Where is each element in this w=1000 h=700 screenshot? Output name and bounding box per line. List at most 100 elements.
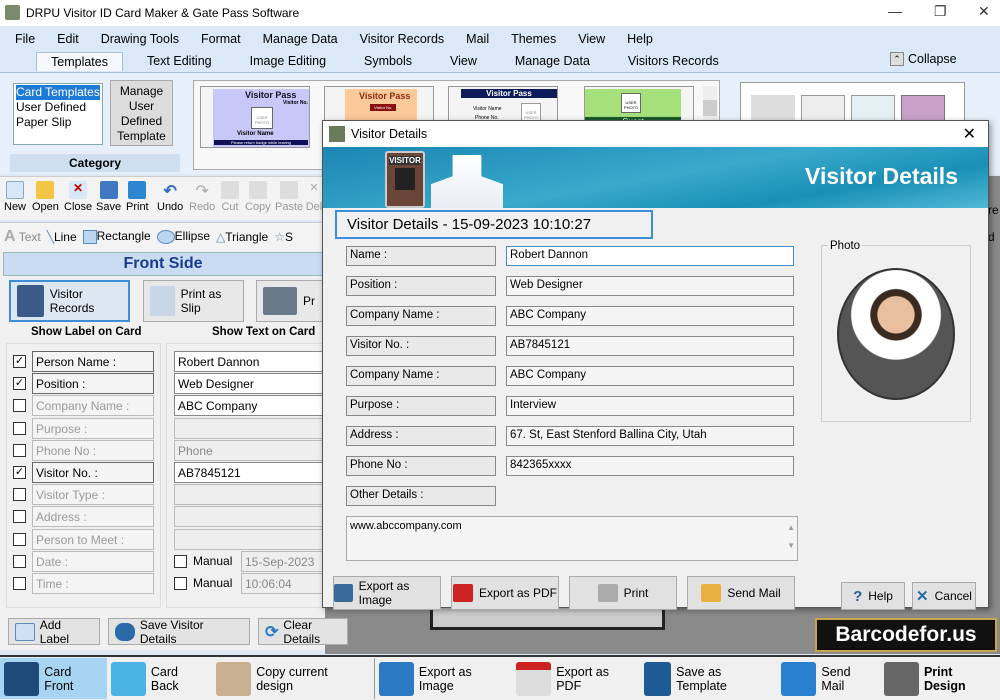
tab-view[interactable]: View bbox=[436, 52, 491, 70]
text-tool[interactable]: A Text bbox=[4, 228, 41, 246]
detail-value[interactable]: 842365xxxx bbox=[506, 456, 794, 476]
textarea-scrollbar[interactable]: ▲ ▼ bbox=[787, 519, 795, 555]
show-label-checkbox[interactable]: ✓ bbox=[13, 377, 26, 391]
export-as-pdf-button[interactable]: Export as PDF bbox=[451, 576, 559, 610]
tab-text-editing[interactable]: Text Editing bbox=[133, 52, 226, 70]
menu-drawing-tools[interactable]: Drawing Tools bbox=[101, 32, 179, 46]
field-text-input[interactable] bbox=[174, 417, 324, 439]
template-thumb-1[interactable]: Visitor Pass Visitor No. USER PHOTO Visi… bbox=[200, 86, 310, 148]
print-button[interactable]: Print bbox=[126, 177, 149, 213]
card-front-button[interactable]: Card Front bbox=[0, 658, 107, 699]
print-as-slip-button[interactable]: Print as Slip bbox=[143, 280, 244, 322]
menu-edit[interactable]: Edit bbox=[57, 32, 79, 46]
field-text-input[interactable]: Phone bbox=[174, 439, 324, 461]
manage-user-defined-template-button[interactable]: Manage User Defined Template bbox=[110, 80, 173, 146]
show-label-checkbox[interactable] bbox=[13, 399, 26, 413]
menu-view[interactable]: View bbox=[578, 32, 605, 46]
print-button-left[interactable]: Pr bbox=[256, 280, 326, 322]
save-visitor-details-button[interactable]: Save Visitor Details bbox=[108, 618, 250, 646]
print-button[interactable]: Print bbox=[569, 576, 677, 610]
field-text-input[interactable] bbox=[174, 506, 324, 528]
detail-value[interactable]: Web Designer bbox=[506, 276, 794, 296]
detail-value[interactable]: AB7845121 bbox=[506, 336, 794, 356]
export-as-pdf-button[interactable]: Export as PDF bbox=[512, 658, 640, 699]
tab-visitors-records[interactable]: Visitors Records bbox=[614, 52, 733, 70]
new-button[interactable]: New bbox=[4, 177, 26, 213]
close-file-button[interactable]: ✕ Close bbox=[64, 177, 92, 213]
menu-file[interactable]: File bbox=[15, 32, 35, 46]
undo-button[interactable]: ↶ Undo bbox=[157, 177, 183, 213]
field-text-input[interactable] bbox=[174, 528, 324, 550]
star-tool[interactable]: ☆S bbox=[274, 230, 293, 244]
template-title: Visitor Pass bbox=[245, 90, 297, 100]
menu-help[interactable]: Help bbox=[627, 32, 653, 46]
field-text-input[interactable] bbox=[174, 484, 324, 506]
show-label-checkbox[interactable]: ✓ bbox=[13, 355, 26, 368]
menu-themes[interactable]: Themes bbox=[511, 32, 556, 46]
show-label-checkbox[interactable] bbox=[13, 510, 26, 524]
show-label-checkbox[interactable] bbox=[13, 577, 26, 590]
show-label-checkbox[interactable] bbox=[13, 532, 26, 546]
open-button[interactable]: Open bbox=[32, 177, 59, 213]
delete-button[interactable]: ✕ Del bbox=[305, 177, 323, 213]
dialog-close-button[interactable]: ✕ bbox=[963, 124, 976, 144]
help-button[interactable]: ? Help bbox=[841, 582, 905, 610]
tab-manage-data[interactable]: Manage Data bbox=[501, 52, 604, 70]
menu-visitor-records[interactable]: Visitor Records bbox=[360, 32, 445, 46]
detail-value[interactable]: ABC Company bbox=[506, 366, 794, 386]
show-label-checkbox[interactable] bbox=[13, 554, 26, 568]
line-tool[interactable]: ╲Line bbox=[47, 230, 77, 244]
manual-checkbox[interactable] bbox=[174, 554, 187, 568]
menu-format[interactable]: Format bbox=[201, 32, 241, 46]
manual-checkbox[interactable] bbox=[174, 577, 187, 590]
field-text-input[interactable]: Robert Dannon bbox=[174, 351, 324, 372]
tab-symbols[interactable]: Symbols bbox=[350, 52, 426, 70]
menu-manage-data[interactable]: Manage Data bbox=[263, 32, 338, 46]
cancel-button[interactable]: ✕ Cancel bbox=[912, 582, 976, 610]
field-text-input[interactable]: ABC Company bbox=[174, 395, 324, 417]
copy-current-design-button[interactable]: Copy current design bbox=[212, 658, 375, 699]
field-text-input[interactable]: AB7845121 bbox=[174, 462, 324, 483]
export-as-image-button[interactable]: Export as Image bbox=[375, 658, 512, 699]
tab-image-editing[interactable]: Image Editing bbox=[236, 52, 340, 70]
minimize-button[interactable]: — bbox=[888, 3, 902, 19]
field-text-input[interactable]: Web Designer bbox=[174, 373, 324, 395]
rectangle-tool[interactable]: Rectangle bbox=[82, 229, 151, 244]
menu-mail[interactable]: Mail bbox=[466, 32, 489, 46]
category-user-defined[interactable]: User Defined bbox=[16, 100, 100, 115]
add-label-button[interactable]: Add Label bbox=[8, 618, 100, 646]
copy-button[interactable]: Copy bbox=[245, 177, 271, 213]
triangle-tool[interactable]: △Triangle bbox=[216, 230, 268, 244]
maximize-button[interactable]: ❐ bbox=[934, 3, 947, 20]
category-card-templates[interactable]: Card Templates bbox=[16, 85, 100, 100]
cut-button[interactable]: Cut bbox=[221, 177, 239, 213]
export-as-image-button[interactable]: Export as Image bbox=[333, 576, 441, 610]
ellipse-tool[interactable]: Ellipse bbox=[156, 229, 210, 244]
field-text-input[interactable]: 15-Sep-2023 bbox=[241, 550, 325, 572]
tab-templates[interactable]: Templates bbox=[36, 51, 123, 71]
show-label-checkbox[interactable] bbox=[13, 488, 26, 502]
category-list[interactable]: Card Templates User Defined Paper Slip bbox=[13, 83, 103, 145]
detail-value[interactable]: Robert Dannon bbox=[506, 246, 794, 266]
detail-value[interactable]: Interview bbox=[506, 396, 794, 416]
category-paper-slip[interactable]: Paper Slip bbox=[16, 115, 100, 130]
detail-value[interactable]: ABC Company bbox=[506, 306, 794, 326]
redo-button[interactable]: ↷ Redo bbox=[189, 177, 215, 213]
other-details-textarea[interactable]: www.abccompany.com ▲ ▼ bbox=[346, 516, 798, 561]
detail-value[interactable]: 67. St, East Stenford Ballina City, Utah bbox=[506, 426, 794, 446]
send-mail-button[interactable]: Send Mail bbox=[687, 576, 795, 610]
paste-button[interactable]: Paste bbox=[275, 177, 303, 213]
print-design-button[interactable]: Print Design bbox=[880, 658, 1000, 699]
show-label-checkbox[interactable] bbox=[13, 443, 26, 457]
save-as-template-button[interactable]: Save as Template bbox=[640, 658, 777, 699]
show-label-checkbox[interactable] bbox=[13, 421, 26, 435]
close-button[interactable]: ✕ bbox=[978, 3, 990, 20]
clear-details-button[interactable]: ⟳ Clear Details bbox=[258, 618, 348, 646]
send-mail-button[interactable]: Send Mail bbox=[777, 658, 880, 699]
show-label-checkbox[interactable]: ✓ bbox=[13, 466, 26, 479]
visitor-records-button[interactable]: Visitor Records bbox=[9, 280, 130, 322]
card-back-button[interactable]: Card Back bbox=[107, 658, 212, 699]
save-button[interactable]: Save bbox=[96, 177, 121, 213]
collapse-button[interactable]: ⌃ Collapse bbox=[890, 52, 957, 66]
field-text-input[interactable]: 10:06:04 bbox=[241, 573, 325, 594]
